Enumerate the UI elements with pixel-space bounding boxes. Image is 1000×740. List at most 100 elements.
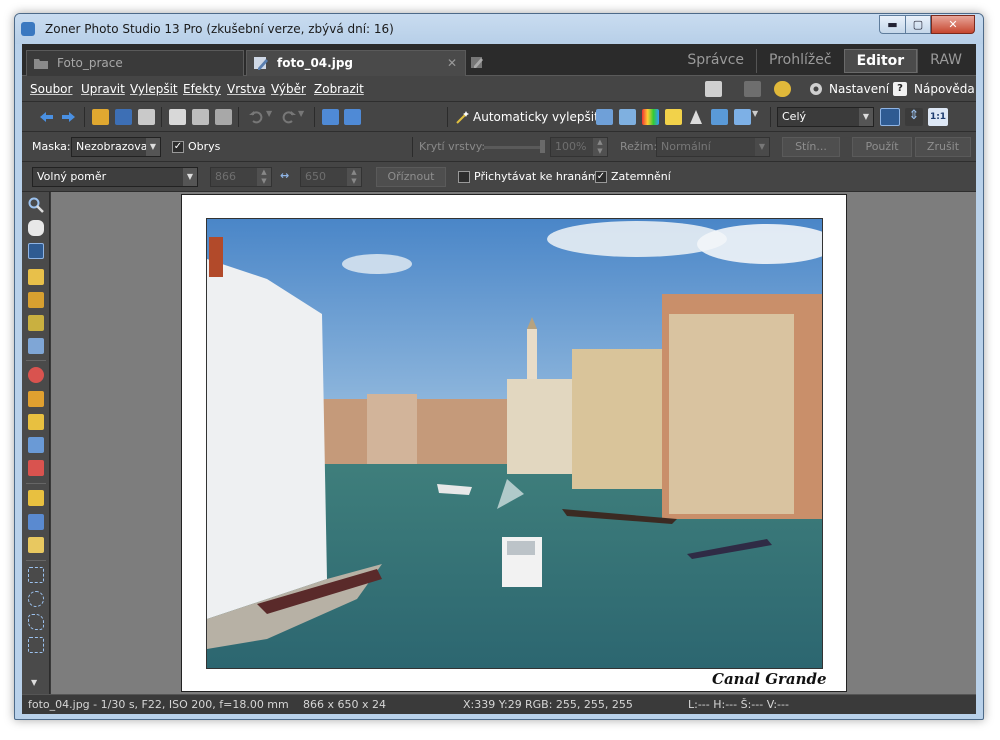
hand-tool-icon[interactable] [28, 220, 44, 236]
menu-vyber[interactable]: Výběr [271, 82, 306, 96]
app-logo-icon [21, 22, 35, 36]
rect-select-icon[interactable] [28, 567, 44, 583]
apply-button[interactable]: Použít [852, 137, 912, 157]
status-rgb: RGB: 255, 255, 255 [525, 698, 633, 711]
redo-dropdown-icon[interactable]: ▼ [298, 109, 306, 125]
tab-foto-prace[interactable]: Foto_prace [26, 50, 244, 76]
distortion-tool-icon[interactable] [28, 338, 44, 354]
undo-icon[interactable] [248, 109, 265, 125]
menu-soubor[interactable]: Soubor [30, 82, 72, 96]
brush-tool-icon[interactable] [28, 490, 44, 506]
blend-mode-select[interactable]: Normální ▼ [656, 137, 770, 157]
title-bar[interactable]: Zoner Photo Studio 13 Pro (zkušební verz… [15, 14, 983, 44]
new-tab-icon[interactable] [470, 56, 484, 70]
swap-dimensions-icon[interactable]: ↔ [280, 169, 289, 182]
eraser-tool-icon[interactable] [28, 537, 44, 553]
tab-label: Foto_prace [57, 56, 123, 70]
slider-handle[interactable] [540, 140, 545, 153]
undo-dropdown-icon[interactable]: ▼ [266, 109, 274, 125]
open-folder-icon[interactable] [92, 109, 109, 125]
mode-editor[interactable]: Editor [843, 49, 918, 73]
crop-height-input[interactable]: 650 ▲ ▼ [300, 167, 362, 187]
menu-efekty[interactable]: Efekty [183, 82, 221, 96]
perspective-tool-icon[interactable] [28, 292, 44, 308]
crop-tool-icon[interactable] [28, 243, 44, 259]
compare-icon[interactable] [322, 109, 339, 125]
maximize-button[interactable]: ▢ [905, 15, 931, 34]
editor-canvas[interactable]: Canal Grande [51, 192, 976, 694]
resize-tool-icon[interactable] [28, 315, 44, 331]
help-link[interactable]: Nápověda [914, 82, 975, 96]
copy-icon[interactable] [169, 109, 186, 125]
crop-options-bar: Volný poměr ▼ 866 ▲ ▼ ↔ 650 ▲ ▼ Oříznout P… [22, 162, 976, 192]
effects-icon[interactable] [734, 109, 751, 125]
lasso-select-icon[interactable] [28, 614, 44, 630]
ellipse-select-icon[interactable] [28, 591, 44, 607]
straighten-tool-icon[interactable] [28, 269, 44, 285]
forward-arrow-icon[interactable] [60, 109, 77, 125]
curves-icon[interactable] [619, 109, 636, 125]
zoom-tool-icon[interactable] [28, 197, 44, 213]
crop-button[interactable]: Oříznout [376, 167, 446, 187]
lightbulb-fix-icon[interactable] [665, 109, 682, 125]
help-icon[interactable]: ? [893, 82, 907, 96]
mode-prohlizec[interactable]: Prohlížeč [756, 49, 844, 73]
minimize-button[interactable]: ▬ [879, 15, 905, 34]
paste-icon[interactable] [192, 109, 209, 125]
fit-to-window-icon[interactable] [880, 108, 900, 126]
close-button[interactable]: ✕ [931, 15, 975, 34]
counter-icon[interactable] [744, 81, 761, 97]
crop-width-input[interactable]: 866 ▲ ▼ [210, 167, 272, 187]
sharpen-icon[interactable] [688, 109, 705, 125]
settings-link[interactable]: Nastavení [829, 82, 889, 96]
auto-enhance-button[interactable]: Automaticky vylepšit [473, 110, 599, 124]
snap-to-edges-label: Přichytávat ke hranám [474, 170, 599, 183]
save-icon[interactable] [115, 109, 132, 125]
view-select[interactable]: Celý ▼ [777, 107, 874, 127]
chevron-down-icon: ▼ [755, 138, 769, 156]
outline-checkbox[interactable]: ✓ [172, 141, 184, 153]
menu-upravit[interactable]: Upravit [81, 82, 125, 96]
blend-mode-value: Normální [661, 140, 711, 153]
lightbulb-icon[interactable] [774, 81, 791, 97]
healing-brush-icon[interactable] [28, 437, 44, 453]
shadow-button[interactable]: Stín... [782, 137, 840, 157]
tab-close-icon[interactable]: ✕ [447, 51, 457, 75]
scroll-down-icon[interactable]: ▼ [31, 678, 37, 687]
polygon-select-icon[interactable] [28, 637, 44, 653]
screen-icon[interactable] [705, 81, 722, 97]
layer-opacity-input[interactable]: 100% ▲ ▼ [550, 137, 608, 157]
back-arrow-icon[interactable] [38, 109, 55, 125]
effects-dropdown-icon[interactable]: ▼ [752, 109, 760, 125]
menu-vrstva[interactable]: Vrstva [227, 82, 266, 96]
gear-icon[interactable] [808, 81, 824, 97]
compare-split-icon[interactable] [344, 109, 361, 125]
mask-select[interactable]: Nezobrazovat ▼ [71, 137, 161, 157]
menu-vylepsit[interactable]: Vylepšit [130, 82, 178, 96]
mode-raw[interactable]: RAW [917, 49, 974, 73]
cancel-button[interactable]: Zrušit [915, 137, 971, 157]
menu-zobrazit[interactable]: Zobrazit [314, 82, 364, 96]
fill-tool-icon[interactable] [28, 514, 44, 530]
red-eye-tool-icon[interactable] [28, 367, 44, 383]
redo-icon[interactable] [280, 109, 297, 125]
aspect-ratio-select[interactable]: Volný poměr ▼ [32, 167, 198, 187]
snap-to-edges-checkbox[interactable] [458, 171, 470, 183]
color-icon[interactable] [642, 109, 659, 125]
retouch-tool-icon[interactable] [28, 414, 44, 430]
print-icon[interactable] [138, 109, 155, 125]
magic-wand-icon[interactable] [454, 109, 471, 125]
tab-foto-04[interactable]: foto_04.jpg ✕ [246, 50, 466, 76]
clone-stamp-tool-icon[interactable] [28, 391, 44, 407]
fit-height-icon[interactable]: ⇕ [905, 108, 923, 126]
repair-tool-icon[interactable] [28, 460, 44, 476]
photo-icon[interactable] [711, 109, 728, 125]
tool-sidebar: ▼ [22, 192, 50, 694]
zoom-1-1-icon[interactable]: 1:1 [928, 108, 948, 126]
paste-special-icon[interactable] [215, 109, 232, 125]
view-select-value: Celý [782, 110, 807, 123]
levels-icon[interactable] [596, 109, 613, 125]
darken-checkbox[interactable]: ✓ [595, 171, 607, 183]
layer-opacity-slider[interactable] [484, 146, 544, 149]
mode-spravce[interactable]: Správce [675, 49, 756, 73]
